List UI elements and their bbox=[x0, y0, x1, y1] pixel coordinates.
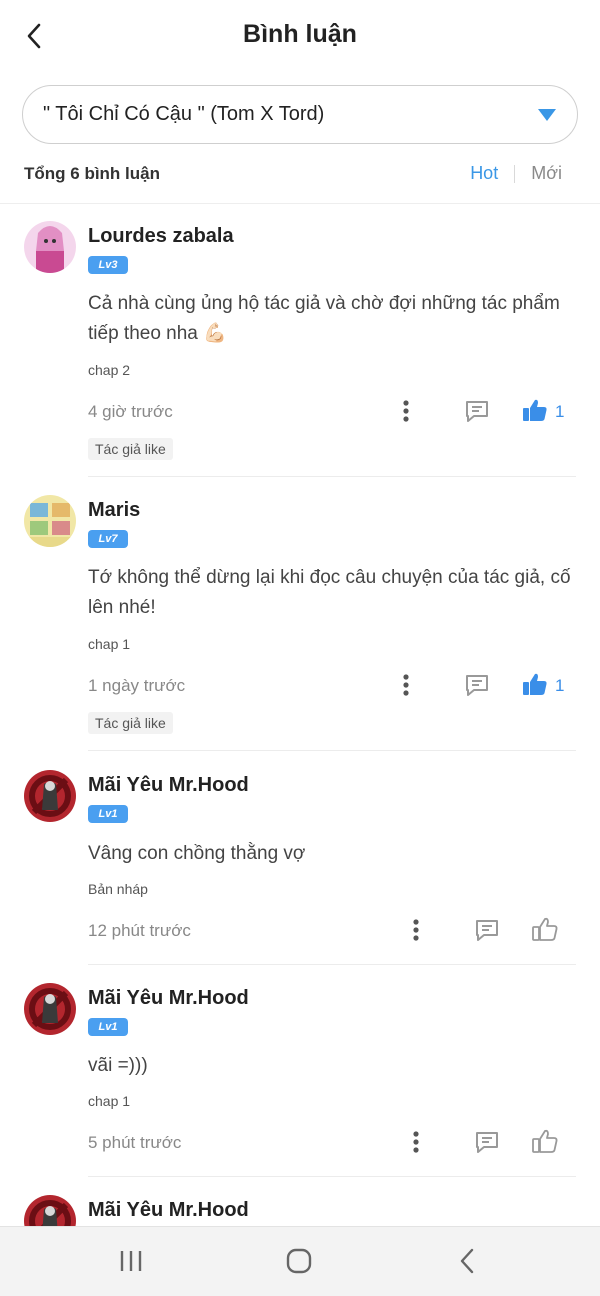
story-selector-value: " Tôi Chỉ Có Cậu " (Tom X Tord) bbox=[43, 103, 325, 125]
level-badge: Lv1 bbox=[88, 1018, 128, 1036]
reply-comment-icon[interactable] bbox=[462, 396, 492, 426]
commenter-name[interactable]: Maris bbox=[88, 499, 140, 522]
like-count: 1 bbox=[555, 676, 565, 695]
recent-apps-icon[interactable] bbox=[111, 1243, 151, 1279]
sort-toggle: Hot Mới bbox=[470, 163, 562, 184]
comment-divider bbox=[88, 476, 576, 477]
dropdown-triangle-icon bbox=[538, 108, 556, 121]
level-badge: Lv7 bbox=[88, 530, 128, 548]
avatar[interactable] bbox=[24, 1195, 76, 1226]
commenter-name[interactable]: Mãi Yêu Mr.Hood bbox=[88, 1199, 249, 1222]
app-header: Bình luận bbox=[0, 0, 600, 72]
more-vertical-icon[interactable] bbox=[401, 1127, 431, 1157]
level-badge: Lv3 bbox=[88, 256, 128, 274]
reply-comment-icon[interactable] bbox=[462, 670, 492, 700]
level-badge: Lv1 bbox=[88, 805, 128, 823]
comment-time: 12 phút trước bbox=[88, 921, 191, 940]
avatar[interactable] bbox=[24, 495, 76, 547]
comment-item: Mãi Yêu Mr.Hood Lv1 Vâng con chồng thằng… bbox=[0, 752, 600, 965]
like-count: 1 bbox=[555, 402, 565, 421]
home-icon[interactable] bbox=[279, 1243, 319, 1279]
system-navigation-bar bbox=[0, 1226, 600, 1296]
comment-item: Lourdes zabala Lv3 Cả nhà cùng ủng hộ tá… bbox=[0, 204, 600, 478]
avatar[interactable] bbox=[24, 770, 76, 822]
reply-comment-icon[interactable] bbox=[472, 915, 502, 945]
comment-item: Maris Lv7 Tớ không thể dừng lại khi đọc … bbox=[0, 478, 600, 752]
commenter-name[interactable]: Mãi Yêu Mr.Hood bbox=[88, 774, 249, 797]
comment-chapter: chap 1 bbox=[88, 636, 131, 652]
more-vertical-icon[interactable] bbox=[401, 915, 431, 945]
comment-text: Tớ không thể dừng lại khi đọc câu chuyện… bbox=[88, 567, 571, 618]
story-selector[interactable]: " Tôi Chỉ Có Cậu " (Tom X Tord) bbox=[22, 85, 578, 144]
page-title: Bình luận bbox=[243, 20, 357, 48]
back-icon[interactable] bbox=[447, 1243, 487, 1279]
sort-divider bbox=[514, 164, 516, 183]
comment-text: vãi =))) bbox=[88, 1055, 148, 1076]
comment-item: Mãi Yêu Mr.Hood Lv1 vãi =))) chap 1 5 ph… bbox=[0, 965, 600, 1177]
author-like-badge: Tác giả like bbox=[88, 438, 173, 460]
thumbs-up-icon[interactable] bbox=[520, 395, 550, 425]
comment-time: 1 ngày trước bbox=[88, 676, 186, 695]
comment-total: Tổng 6 bình luận bbox=[24, 164, 160, 183]
author-like-badge: Tác giả like bbox=[88, 712, 173, 734]
thumbs-up-icon[interactable] bbox=[530, 1126, 560, 1156]
comment-chapter: chap 2 bbox=[88, 362, 131, 378]
comment-summary-bar: Tổng 6 bình luận Hot Mới bbox=[0, 146, 600, 204]
avatar[interactable] bbox=[24, 221, 76, 273]
comment-text: Vâng con chồng thằng vợ bbox=[88, 843, 306, 864]
thumbs-up-icon[interactable] bbox=[530, 914, 560, 944]
thumbs-up-icon[interactable] bbox=[520, 669, 550, 699]
more-vertical-icon[interactable] bbox=[391, 396, 421, 426]
comment-time: 4 giờ trước bbox=[88, 402, 173, 421]
avatar[interactable] bbox=[24, 983, 76, 1035]
reply-comment-icon[interactable] bbox=[472, 1127, 502, 1157]
commenter-name[interactable]: Mãi Yêu Mr.Hood bbox=[88, 987, 249, 1010]
comment-chapter: chap 1 bbox=[88, 1093, 131, 1109]
more-vertical-icon[interactable] bbox=[391, 670, 421, 700]
comment-divider bbox=[88, 750, 576, 751]
comment-chapter: Bản nháp bbox=[88, 881, 148, 897]
comment-item: Mãi Yêu Mr.Hood bbox=[0, 1177, 600, 1226]
comment-time: 5 phút trước bbox=[88, 1133, 182, 1152]
sort-hot-tab[interactable]: Hot bbox=[470, 163, 498, 184]
commenter-name[interactable]: Lourdes zabala bbox=[88, 225, 234, 248]
sort-new-tab[interactable]: Mới bbox=[531, 163, 562, 184]
comment-text: Cả nhà cùng ủng hộ tác giả và chờ đợi nh… bbox=[88, 293, 560, 344]
